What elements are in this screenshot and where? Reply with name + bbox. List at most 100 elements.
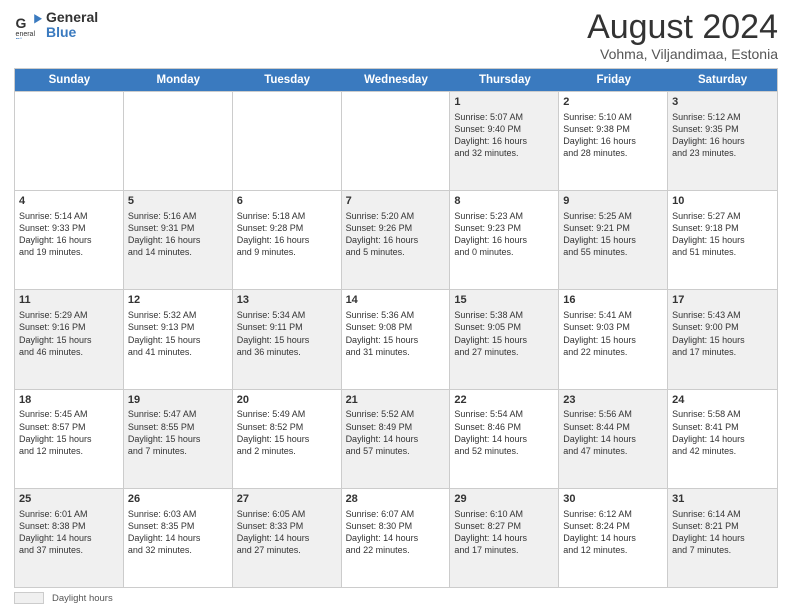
cal-row-1: 4Sunrise: 5:14 AM Sunset: 9:33 PM Daylig… (15, 190, 777, 289)
day-number: 8 (454, 194, 554, 209)
cal-cell: 21Sunrise: 5:52 AM Sunset: 8:49 PM Dayli… (342, 390, 451, 488)
cell-text: Sunrise: 6:14 AM Sunset: 8:21 PM Dayligh… (672, 508, 773, 557)
cell-text: Sunrise: 5:16 AM Sunset: 9:31 PM Dayligh… (128, 210, 228, 259)
page: G eneral Blue General Blue August 2024 V… (0, 0, 792, 612)
cell-text: Sunrise: 6:07 AM Sunset: 8:30 PM Dayligh… (346, 508, 446, 557)
top-section: G eneral Blue General Blue August 2024 V… (14, 10, 778, 62)
logo-line1: General (46, 10, 98, 25)
day-number: 27 (237, 492, 337, 507)
day-number: 21 (346, 393, 446, 408)
cell-text: Sunrise: 5:12 AM Sunset: 9:35 PM Dayligh… (672, 111, 773, 160)
weekday-header-sunday: Sunday (15, 69, 124, 91)
cell-text: Sunrise: 6:12 AM Sunset: 8:24 PM Dayligh… (563, 508, 663, 557)
cal-cell: 24Sunrise: 5:58 AM Sunset: 8:41 PM Dayli… (668, 390, 777, 488)
cell-text: Sunrise: 5:20 AM Sunset: 9:26 PM Dayligh… (346, 210, 446, 259)
cal-cell: 2Sunrise: 5:10 AM Sunset: 9:38 PM Daylig… (559, 92, 668, 190)
cal-cell: 13Sunrise: 5:34 AM Sunset: 9:11 PM Dayli… (233, 290, 342, 388)
cal-cell (342, 92, 451, 190)
calendar-header: SundayMondayTuesdayWednesdayThursdayFrid… (15, 69, 777, 91)
cell-text: Sunrise: 6:01 AM Sunset: 8:38 PM Dayligh… (19, 508, 119, 557)
day-number: 5 (128, 194, 228, 209)
day-number: 22 (454, 393, 554, 408)
cell-text: Sunrise: 6:05 AM Sunset: 8:33 PM Dayligh… (237, 508, 337, 557)
cell-text: Sunrise: 5:36 AM Sunset: 9:08 PM Dayligh… (346, 309, 446, 358)
logo-icon: G eneral Blue (14, 11, 42, 39)
cell-text: Sunrise: 5:25 AM Sunset: 9:21 PM Dayligh… (563, 210, 663, 259)
footer-label: Daylight hours (52, 593, 113, 604)
cal-cell (233, 92, 342, 190)
day-number: 20 (237, 393, 337, 408)
cal-row-0: 1Sunrise: 5:07 AM Sunset: 9:40 PM Daylig… (15, 91, 777, 190)
day-number: 31 (672, 492, 773, 507)
cal-cell: 4Sunrise: 5:14 AM Sunset: 9:33 PM Daylig… (15, 191, 124, 289)
cal-cell: 22Sunrise: 5:54 AM Sunset: 8:46 PM Dayli… (450, 390, 559, 488)
weekday-header-tuesday: Tuesday (233, 69, 342, 91)
day-number: 12 (128, 293, 228, 308)
calendar: SundayMondayTuesdayWednesdayThursdayFrid… (14, 68, 778, 588)
day-number: 3 (672, 95, 773, 110)
cal-cell: 8Sunrise: 5:23 AM Sunset: 9:23 PM Daylig… (450, 191, 559, 289)
day-number: 9 (563, 194, 663, 209)
day-number: 15 (454, 293, 554, 308)
cell-text: Sunrise: 5:27 AM Sunset: 9:18 PM Dayligh… (672, 210, 773, 259)
svg-text:eneral: eneral (16, 31, 36, 38)
cell-text: Sunrise: 6:10 AM Sunset: 8:27 PM Dayligh… (454, 508, 554, 557)
svg-text:G: G (16, 16, 27, 32)
cell-text: Sunrise: 6:03 AM Sunset: 8:35 PM Dayligh… (128, 508, 228, 557)
footer: Daylight hours (14, 592, 778, 604)
logo-line2: Blue (46, 25, 98, 40)
weekday-header-friday: Friday (559, 69, 668, 91)
day-number: 24 (672, 393, 773, 408)
weekday-header-monday: Monday (124, 69, 233, 91)
cal-cell: 27Sunrise: 6:05 AM Sunset: 8:33 PM Dayli… (233, 489, 342, 587)
day-number: 10 (672, 194, 773, 209)
cal-cell: 5Sunrise: 5:16 AM Sunset: 9:31 PM Daylig… (124, 191, 233, 289)
cell-text: Sunrise: 5:49 AM Sunset: 8:52 PM Dayligh… (237, 408, 337, 457)
cal-cell: 7Sunrise: 5:20 AM Sunset: 9:26 PM Daylig… (342, 191, 451, 289)
day-number: 7 (346, 194, 446, 209)
day-number: 30 (563, 492, 663, 507)
cal-cell: 12Sunrise: 5:32 AM Sunset: 9:13 PM Dayli… (124, 290, 233, 388)
day-number: 2 (563, 95, 663, 110)
cal-cell: 29Sunrise: 6:10 AM Sunset: 8:27 PM Dayli… (450, 489, 559, 587)
cal-cell: 9Sunrise: 5:25 AM Sunset: 9:21 PM Daylig… (559, 191, 668, 289)
day-number: 19 (128, 393, 228, 408)
cal-row-3: 18Sunrise: 5:45 AM Sunset: 8:57 PM Dayli… (15, 389, 777, 488)
cal-cell: 14Sunrise: 5:36 AM Sunset: 9:08 PM Dayli… (342, 290, 451, 388)
cal-cell: 31Sunrise: 6:14 AM Sunset: 8:21 PM Dayli… (668, 489, 777, 587)
cell-text: Sunrise: 5:45 AM Sunset: 8:57 PM Dayligh… (19, 408, 119, 457)
cal-cell: 15Sunrise: 5:38 AM Sunset: 9:05 PM Dayli… (450, 290, 559, 388)
cell-text: Sunrise: 5:54 AM Sunset: 8:46 PM Dayligh… (454, 408, 554, 457)
cal-cell: 25Sunrise: 6:01 AM Sunset: 8:38 PM Dayli… (15, 489, 124, 587)
cell-text: Sunrise: 5:23 AM Sunset: 9:23 PM Dayligh… (454, 210, 554, 259)
cal-cell: 1Sunrise: 5:07 AM Sunset: 9:40 PM Daylig… (450, 92, 559, 190)
weekday-header-wednesday: Wednesday (342, 69, 451, 91)
cal-cell: 3Sunrise: 5:12 AM Sunset: 9:35 PM Daylig… (668, 92, 777, 190)
cal-cell: 11Sunrise: 5:29 AM Sunset: 9:16 PM Dayli… (15, 290, 124, 388)
day-number: 23 (563, 393, 663, 408)
calendar-body: 1Sunrise: 5:07 AM Sunset: 9:40 PM Daylig… (15, 91, 777, 587)
cell-text: Sunrise: 5:52 AM Sunset: 8:49 PM Dayligh… (346, 408, 446, 457)
day-number: 28 (346, 492, 446, 507)
header-right: August 2024 Vohma, Viljandimaa, Estonia (587, 10, 778, 62)
cal-row-4: 25Sunrise: 6:01 AM Sunset: 8:38 PM Dayli… (15, 488, 777, 587)
day-number: 13 (237, 293, 337, 308)
cal-cell: 16Sunrise: 5:41 AM Sunset: 9:03 PM Dayli… (559, 290, 668, 388)
day-number: 11 (19, 293, 119, 308)
cell-text: Sunrise: 5:38 AM Sunset: 9:05 PM Dayligh… (454, 309, 554, 358)
cal-cell (15, 92, 124, 190)
cal-row-2: 11Sunrise: 5:29 AM Sunset: 9:16 PM Dayli… (15, 289, 777, 388)
day-number: 18 (19, 393, 119, 408)
daylight-swatch (14, 592, 44, 604)
cal-cell: 10Sunrise: 5:27 AM Sunset: 9:18 PM Dayli… (668, 191, 777, 289)
cell-text: Sunrise: 5:58 AM Sunset: 8:41 PM Dayligh… (672, 408, 773, 457)
day-number: 14 (346, 293, 446, 308)
day-number: 25 (19, 492, 119, 507)
cell-text: Sunrise: 5:34 AM Sunset: 9:11 PM Dayligh… (237, 309, 337, 358)
cell-text: Sunrise: 5:10 AM Sunset: 9:38 PM Dayligh… (563, 111, 663, 160)
cell-text: Sunrise: 5:14 AM Sunset: 9:33 PM Dayligh… (19, 210, 119, 259)
month-title: August 2024 (587, 10, 778, 44)
cal-cell: 17Sunrise: 5:43 AM Sunset: 9:00 PM Dayli… (668, 290, 777, 388)
cal-cell: 26Sunrise: 6:03 AM Sunset: 8:35 PM Dayli… (124, 489, 233, 587)
day-number: 16 (563, 293, 663, 308)
